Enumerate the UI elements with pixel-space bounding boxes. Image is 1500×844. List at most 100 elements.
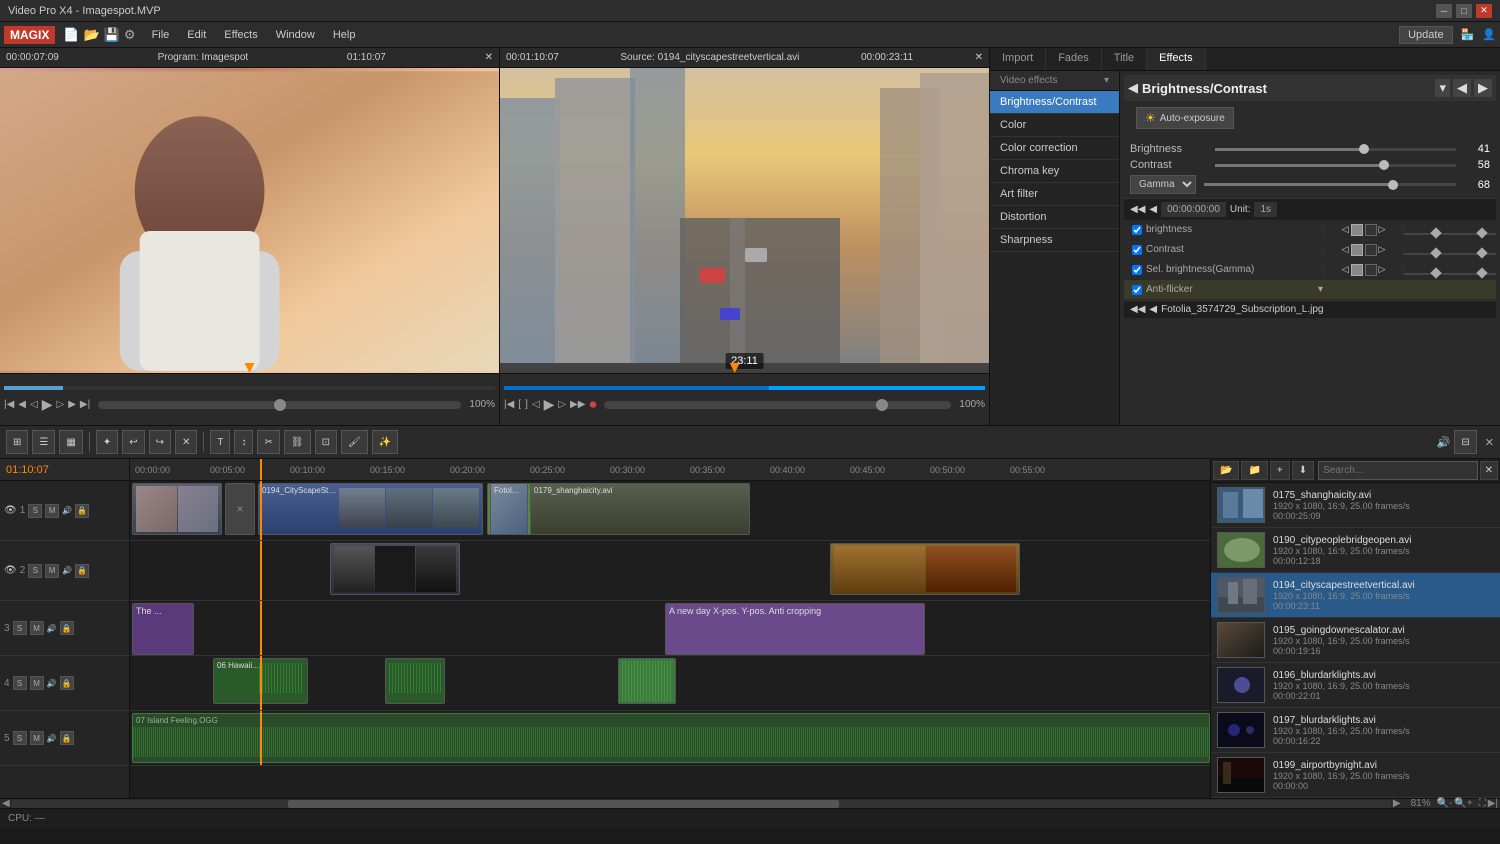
close-button[interactable]: ✕ [1476,4,1492,18]
delete-btn[interactable]: ✕ [175,430,197,454]
media-new-btn[interactable]: + [1270,461,1290,480]
bc-bottom-icon2[interactable]: ◀ [1149,304,1157,315]
track5-s-btn[interactable]: S [13,731,27,745]
track3-m-btn[interactable]: M [30,621,44,635]
right-next-icon[interactable]: ▷ [558,399,566,410]
clip-escalator[interactable] [330,543,460,595]
timeline-scrollbar[interactable]: ◀ ▶ 81% 🔍- 🔍+ ⛶ ▶| [0,798,1500,808]
kf-brightness-checkbox[interactable] [1132,225,1142,235]
clip-music2[interactable] [385,658,445,704]
track1-eye-icon[interactable]: 👁 [4,505,17,516]
scroll-left-btn[interactable]: ◀ [2,798,10,809]
kf-contrast-checkbox[interactable] [1132,245,1142,255]
scroll-right-btn[interactable]: ▶ [1393,798,1401,809]
media-item-0196[interactable]: 0196_blurdarklights.avi 1920 x 1080, 16:… [1211,663,1500,708]
media-item-0199[interactable]: 0199_airportbynight.avi 1920 x 1080, 16:… [1211,753,1500,798]
zoom-out-btn[interactable]: 🔍- [1437,798,1453,809]
left-preview-close[interactable]: ✕ [485,52,493,63]
effect-item-sharpness[interactable]: Sharpness [990,229,1119,252]
gamma-slider[interactable] [1204,183,1456,186]
kf-gamma-checkbox[interactable] [1132,265,1142,275]
media-clear-btn[interactable]: ✕ [1480,461,1498,480]
clip-shanghai[interactable]: 0179_shanghaicity.avi [530,483,750,535]
right-progress-bar[interactable] [504,386,985,390]
track3-lock-btn[interactable]: 🔒 [60,621,74,635]
left-preview-frame[interactable] [0,68,499,373]
kf-collapse-icon[interactable]: ◀◀ [1130,204,1145,215]
kf-g-ctrl2[interactable]: ▷ [1379,264,1386,275]
redo-btn[interactable]: ↪ [149,430,171,454]
zoom-in-btn[interactable]: 🔍+ [1454,798,1472,809]
menu-effects[interactable]: Effects [216,27,265,43]
kf-b-ctrl1[interactable]: ◁ [1342,224,1349,235]
kf-c-ctrl2[interactable]: ▷ [1379,244,1386,255]
kf-b-ctrl2[interactable]: ▷ [1379,224,1386,235]
settings-icon[interactable]: ⚙ [124,27,136,43]
track2-m-btn[interactable]: M [45,564,59,578]
track2-vol-icon[interactable]: 🔊 [62,566,72,575]
bc-prev-icon[interactable]: ◀ [1453,79,1471,97]
update-button[interactable]: Update [1399,26,1452,44]
clip-music3[interactable] [618,658,676,704]
bc-down-icon[interactable]: ▾ [1435,79,1450,97]
media-item-0195[interactable]: 0195_goingdownescalator.avi 1920 x 1080,… [1211,618,1500,663]
media-item-0194[interactable]: 0194_cityscapestreetvertical.avi 1920 x … [1211,573,1500,618]
scrollbar-track[interactable] [12,800,1391,808]
effects-btn[interactable]: ✦ [96,430,118,454]
right-play-icon[interactable]: ▶ [544,396,555,413]
kf-b-icon2[interactable] [1365,224,1377,236]
save-icon[interactable]: 💾 [104,27,120,43]
right-nextclip-icon[interactable]: ▶▶ [570,399,585,410]
left-next-icon[interactable]: ▶ [68,399,76,410]
bc-bottom-icon[interactable]: ◀◀ [1130,304,1145,315]
bc-back-icon[interactable]: ◀ [1128,80,1138,96]
store-icon[interactable]: 🏪 [1461,28,1475,41]
right-preview-close[interactable]: ✕ [975,52,983,63]
track2-eye-icon[interactable]: 👁 [4,565,17,576]
track3-s-btn[interactable]: S [13,621,27,635]
media-import-file-btn[interactable]: ⬇ [1292,461,1314,480]
track5-m-btn[interactable]: M [30,731,44,745]
menu-help[interactable]: Help [325,27,364,43]
minimize-button[interactable]: ─ [1436,4,1452,18]
group-btn[interactable]: ⊡ [315,430,337,454]
track2-lock-btn[interactable]: 🔒 [75,564,89,578]
snap-btn[interactable]: ↕ [234,430,253,454]
clip-cityscape[interactable]: 0194_CityScapeStreetVertical.avi [258,483,483,535]
kf-b-icon[interactable] [1351,224,1363,236]
contrast-slider[interactable] [1215,164,1456,167]
right-start-icon[interactable]: |◀ [504,399,514,410]
bc-next-icon[interactable]: ▶ [1474,79,1492,97]
track1-vol-icon[interactable]: 🔊 [62,506,72,515]
kf-g-icon2[interactable] [1365,264,1377,276]
right-volume-slider[interactable] [604,401,951,409]
effect-item-artfilter[interactable]: Art filter [990,183,1119,206]
left-next-frame-icon[interactable]: ▷ [56,399,64,410]
right-out-icon[interactable]: ] [525,399,528,410]
menu-file[interactable]: File [144,27,178,43]
account-icon[interactable]: 👤 [1482,28,1496,41]
clip-transition[interactable]: ✕ [225,483,255,535]
clip-woman[interactable] [132,483,222,535]
clip-fotolia[interactable]: Fotol... [490,483,528,535]
mixer-btn[interactable]: ⊟ [1454,430,1476,454]
brightness-thumb[interactable] [1359,144,1369,154]
track1-m-btn[interactable]: M [45,504,59,518]
timeline-close-btn[interactable]: ✕ [1485,436,1494,449]
track4-lock-btn[interactable]: 🔒 [60,676,74,690]
magic-btn[interactable]: ✨ [372,430,398,454]
track1-s-btn[interactable]: S [28,504,42,518]
left-play-icon[interactable]: ▶ [42,396,53,413]
effects-dropdown-icon[interactable]: ▾ [1104,75,1109,86]
gamma-select[interactable]: Gamma [1130,175,1196,194]
gamma-thumb[interactable] [1388,180,1398,190]
effect-item-brightness[interactable]: Brightness/Contrast [990,91,1119,114]
kf-antiflicker-checkbox[interactable] [1132,285,1142,295]
kf-c-icon2[interactable] [1365,244,1377,256]
track4-s-btn[interactable]: S [13,676,27,690]
left-prev-icon[interactable]: ◀ [18,399,26,410]
undo-btn[interactable]: ↩ [122,430,144,454]
view-tracks-btn[interactable]: ⊞ [6,430,28,454]
left-end-icon[interactable]: ▶| [80,399,90,410]
track1-lock-btn[interactable]: 🔒 [75,504,89,518]
